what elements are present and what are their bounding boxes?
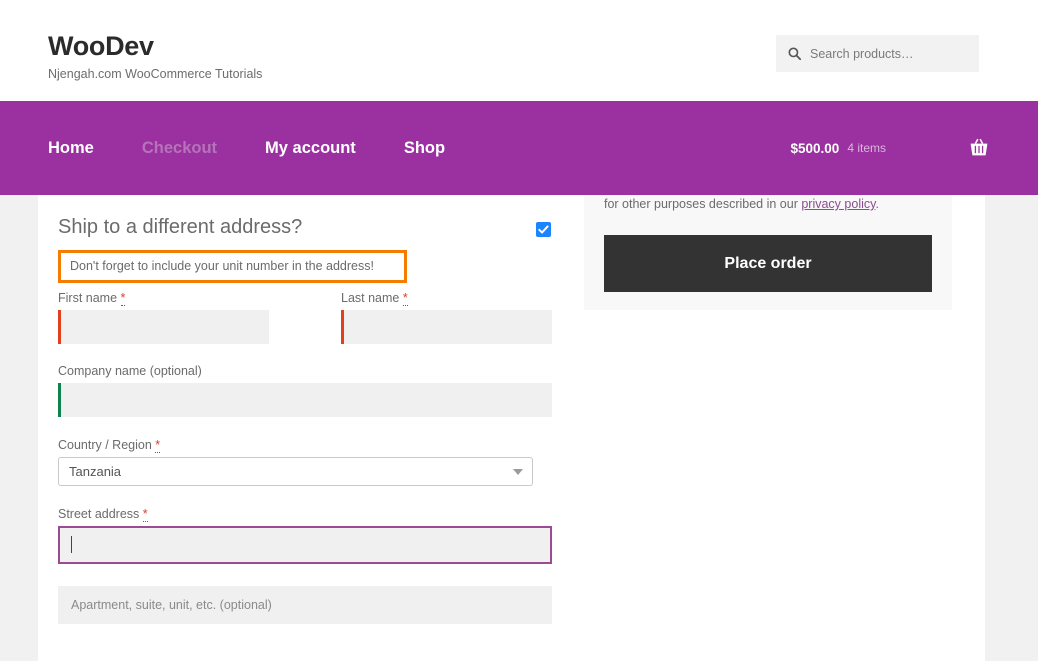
required-asterisk: * — [142, 507, 148, 522]
search-icon — [788, 47, 801, 60]
required-asterisk: * — [402, 291, 408, 306]
ship-to-different-address-heading: Ship to a different address? — [58, 216, 303, 238]
street-address-label: Street address * — [58, 506, 552, 522]
last-name-label-text: Last name — [341, 291, 400, 305]
site-tagline: Njengah.com WooCommerce Tutorials — [48, 67, 263, 81]
first-name-label: First name * — [58, 290, 269, 306]
last-name-input[interactable] — [341, 310, 552, 344]
cart-item-count: 4 items — [847, 141, 886, 155]
country-selected-value: Tanzania — [69, 464, 122, 479]
ship-to-different-address-checkbox[interactable] — [536, 222, 551, 237]
first-name-label-text: First name — [58, 291, 118, 305]
nav-item-checkout[interactable]: Checkout — [142, 139, 240, 158]
order-review-panel: for other purposes described in our priv… — [584, 195, 952, 310]
privacy-policy-text: for other purposes described in our priv… — [584, 195, 952, 213]
shipping-address-form: Ship to a different address? Don't forge… — [58, 195, 552, 624]
street-address-input[interactable] — [58, 526, 552, 564]
nav-item-shop[interactable]: Shop — [404, 139, 468, 158]
company-label: Company name (optional) — [58, 364, 202, 378]
company-field-group: Company name (optional) — [58, 363, 552, 417]
text-cursor — [71, 536, 72, 553]
primary-navigation-bar: Home Checkout My account Shop $500.00 4 … — [0, 101, 1038, 195]
country-select-wrapper: Tanzania — [58, 457, 533, 486]
required-asterisk: * — [120, 291, 126, 306]
street-address-input-wrapper — [58, 526, 552, 564]
nav-links: Home Checkout My account Shop — [48, 101, 468, 195]
nav-item-my-account[interactable]: My account — [265, 139, 379, 158]
address-line-2-field-group — [58, 586, 552, 624]
product-search[interactable] — [776, 35, 979, 72]
site-branding[interactable]: WooDev Njengah.com WooCommerce Tutorials — [48, 30, 262, 82]
cart-total-amount: $500.00 — [790, 140, 840, 156]
privacy-policy-link[interactable]: privacy policy — [801, 197, 875, 211]
site-title: WooDev — [48, 31, 154, 61]
address-unit-number-notice-text: Don't forget to include your unit number… — [70, 259, 374, 273]
company-input[interactable] — [58, 383, 552, 417]
address-line-2-input[interactable] — [58, 586, 552, 624]
page-root: WooDev Njengah.com WooCommerce Tutorials… — [0, 0, 1038, 661]
cart-summary[interactable]: $500.00 4 items — [791, 101, 991, 195]
search-input[interactable] — [810, 46, 970, 61]
last-name-label: Last name * — [341, 290, 552, 306]
address-unit-number-notice: Don't forget to include your unit number… — [58, 250, 407, 283]
last-name-field-group: Last name * — [341, 290, 552, 344]
street-address-field-group: Street address * — [58, 506, 552, 564]
place-order-button[interactable]: Place order — [604, 235, 932, 292]
first-name-field-group: First name * — [58, 290, 269, 344]
country-field-group: Country / Region * Tanzania — [58, 437, 552, 486]
name-fields-row: First name * Last name * — [58, 290, 552, 344]
shopping-basket-icon[interactable] — [968, 137, 990, 159]
site-header: WooDev Njengah.com WooCommerce Tutorials — [0, 0, 1038, 101]
first-name-input[interactable] — [58, 310, 269, 344]
street-address-label-text: Street address — [58, 507, 140, 521]
country-label-text: Country / Region — [58, 438, 152, 452]
nav-item-home[interactable]: Home — [48, 139, 117, 158]
required-asterisk: * — [155, 438, 161, 453]
content-area: Ship to a different address? Don't forge… — [38, 195, 985, 661]
privacy-policy-prefix: for other purposes described in our — [604, 197, 802, 211]
country-label: Country / Region * — [58, 437, 552, 453]
country-select[interactable]: Tanzania — [58, 457, 533, 486]
privacy-policy-suffix: . — [875, 197, 879, 211]
